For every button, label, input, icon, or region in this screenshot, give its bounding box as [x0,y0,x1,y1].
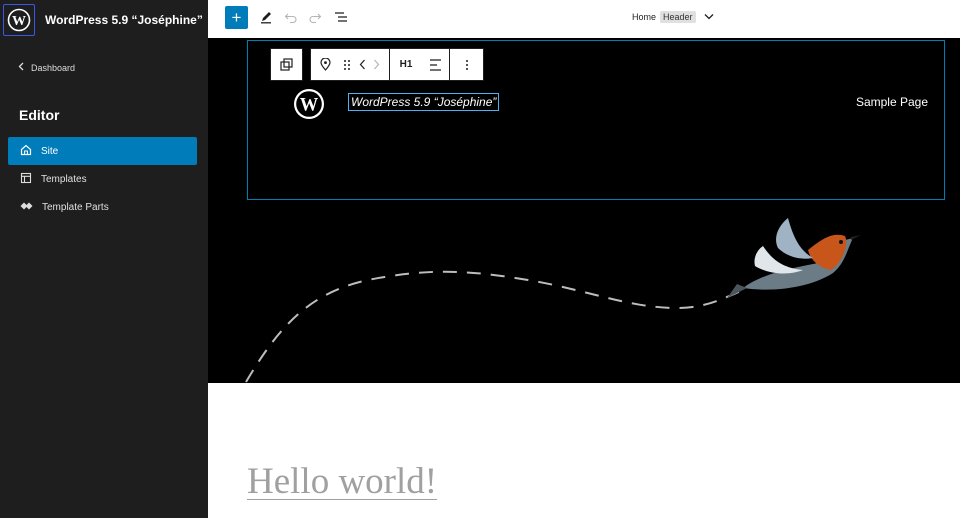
list-view-icon[interactable] [333,9,349,25]
align-icon[interactable] [422,49,449,80]
editor-topbar: + Home Header [208,0,960,38]
post-title[interactable]: Hello world! [247,460,437,503]
document-title-bar[interactable]: Home Header [632,11,714,23]
sidebar-heading: Editor [19,107,60,123]
sidebar-item-label: Templates [41,173,87,185]
site-title-block[interactable]: WordPress 5.9 “Joséphine” [348,93,500,111]
wordpress-icon[interactable]: W [3,4,35,36]
svg-text:W: W [300,96,319,116]
heading-level-button[interactable]: H1 [390,49,422,80]
more-options-icon[interactable] [450,49,483,80]
add-block-button[interactable]: + [225,6,248,29]
chevron-left-icon [18,62,25,73]
editor-canvas: W WordPress 5.9 “Joséphine” Sample Page [208,38,960,518]
move-right-icon[interactable] [369,49,389,80]
sidebar-nav: Site Templates Template Parts [8,137,197,221]
svg-text:W: W [12,14,26,29]
sidebar-item-site[interactable]: Site [8,137,197,165]
block-toolbar: H1 [270,48,484,81]
sidebar-item-label: Template Parts [42,201,109,213]
redo-icon[interactable] [307,9,323,25]
undo-icon[interactable] [283,9,299,25]
toolbar-group-transform [270,48,303,81]
sidebar-item-label: Site [41,145,59,157]
pencil-icon[interactable] [258,9,274,25]
layout-icon [20,172,32,187]
transform-icon[interactable] [271,49,302,80]
navigation-link-sample-page[interactable]: Sample Page [856,95,928,109]
editor-sidebar: W WordPress 5.9 “Joséphine” Dashboard Ed… [0,0,208,518]
toolbar-group-move: H1 [310,48,484,81]
drag-handle-icon[interactable] [339,49,355,80]
wordpress-icon: W [294,89,324,119]
symbol-filled-icon [20,200,33,215]
home-icon [20,144,32,159]
sidebar-item-template-parts[interactable]: Template Parts [8,193,197,221]
dashboard-link-label: Dashboard [31,62,76,73]
move-left-icon[interactable] [355,49,369,80]
site-hub-title: WordPress 5.9 “Joséphine” [45,13,203,27]
site-logo[interactable]: W [293,88,325,120]
pin-icon[interactable] [311,49,339,80]
document-title: Home [632,12,657,22]
bird-illustration [245,218,861,383]
dashboard-link[interactable]: Dashboard [18,62,75,73]
template-part-badge: Header [660,11,696,23]
chevron-down-icon[interactable] [704,12,714,22]
site-hub: W WordPress 5.9 “Joséphine” [0,0,208,40]
header-template-part[interactable]: W WordPress 5.9 “Joséphine” Sample Page [208,38,960,383]
sidebar-item-templates[interactable]: Templates [8,165,197,193]
